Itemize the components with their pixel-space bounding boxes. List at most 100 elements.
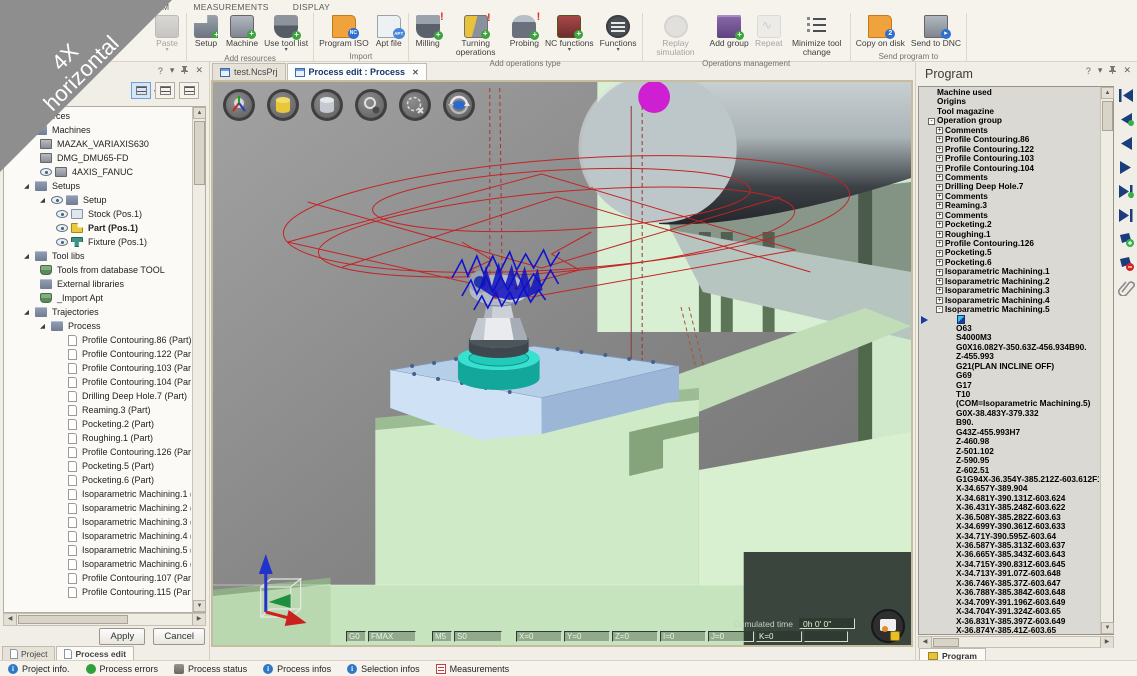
- viewport-3d[interactable]: Cumulated time 0h 0' 0'' G0 FMAX M5 S0 X…: [211, 80, 913, 647]
- expander-icon[interactable]: +: [936, 127, 943, 134]
- gcode-line[interactable]: Z-590.95: [920, 456, 1099, 465]
- expander-icon[interactable]: +: [936, 221, 943, 228]
- help-icon[interactable]: ?: [158, 66, 163, 76]
- gcode-line[interactable]: G17: [920, 381, 1099, 390]
- part-visibility-button[interactable]: [311, 89, 343, 121]
- gcode-line[interactable]: Z-460.98: [920, 437, 1099, 446]
- ribbon-tab-display[interactable]: DISPLAY: [281, 2, 342, 12]
- expander-icon[interactable]: +: [936, 174, 943, 181]
- tree-vertical-scrollbar[interactable]: ▲ ▼: [192, 107, 205, 612]
- expander-icon[interactable]: +: [936, 278, 943, 285]
- status-bar-item[interactable]: Selection infos: [347, 664, 420, 674]
- help-icon[interactable]: ?: [1086, 66, 1091, 76]
- scroll-right-icon[interactable]: ▶: [1100, 637, 1113, 648]
- skip-end-button[interactable]: [1117, 208, 1135, 224]
- ribbon-button[interactable]: Milling: [411, 14, 445, 49]
- ribbon-button[interactable]: Send to DNC: [908, 14, 964, 49]
- expander-icon[interactable]: +: [936, 231, 943, 238]
- view-mode-list-button[interactable]: [131, 82, 151, 99]
- chevron-down-icon[interactable]: ▾: [1098, 65, 1103, 76]
- ribbon-button[interactable]: Turning operations: [445, 14, 507, 58]
- pin-icon[interactable]: [181, 66, 188, 76]
- tree-item[interactable]: Isoparametric Machining.5 (Part): [4, 543, 191, 557]
- expand-arrow-icon[interactable]: ◢: [24, 252, 35, 260]
- ribbon-button[interactable]: Program ISO: [316, 14, 372, 49]
- tree-item[interactable]: ◢ Setup: [4, 193, 191, 207]
- view-mode-compact-button[interactable]: [155, 82, 175, 99]
- tree-item[interactable]: ◢ Process: [4, 319, 191, 333]
- tree-item[interactable]: Isoparametric Machining.2 (Part): [4, 501, 191, 515]
- zoom-button[interactable]: [355, 89, 387, 121]
- step-back-button[interactable]: [1117, 136, 1135, 152]
- skip-start-button[interactable]: [1117, 88, 1135, 104]
- tree-item[interactable]: Profile Contouring.122 (Part): [4, 347, 191, 361]
- tree-item[interactable]: Tools from database TOOL: [4, 263, 191, 277]
- status-bar-item[interactable]: Process infos: [263, 664, 331, 674]
- scroll-down-icon[interactable]: ▼: [1101, 622, 1114, 634]
- deselect-button[interactable]: [399, 89, 431, 121]
- expand-arrow-icon[interactable]: ◢: [40, 322, 51, 330]
- tree-item[interactable]: Fixture (Pos.1): [4, 235, 191, 249]
- tab-project[interactable]: Project: [2, 646, 55, 660]
- expander-icon[interactable]: +: [936, 297, 943, 304]
- ribbon-button[interactable]: NC functions ▾: [542, 14, 597, 53]
- tab-process-edit-process[interactable]: Process edit : Process✕: [287, 63, 427, 80]
- tree-item[interactable]: Profile Contouring.126 (Part): [4, 445, 191, 459]
- expander-icon[interactable]: +: [936, 250, 943, 257]
- ribbon-button[interactable]: Probing: [507, 14, 542, 49]
- chevron-down-icon[interactable]: ▾: [170, 65, 175, 76]
- tree-item[interactable]: _Import Apt: [4, 291, 191, 305]
- ribbon-button[interactable]: Add group: [707, 14, 752, 49]
- gcode-line[interactable]: O63: [920, 324, 1099, 333]
- tree-item[interactable]: Profile Contouring.103 (Part): [4, 361, 191, 375]
- close-icon[interactable]: ✕: [195, 65, 203, 76]
- expander-icon[interactable]: +: [936, 202, 943, 209]
- gcode-line[interactable]: Z-501.102: [920, 447, 1099, 456]
- status-bar-item[interactable]: Project info.: [8, 664, 70, 674]
- expander-icon[interactable]: +: [936, 212, 943, 219]
- tree-item[interactable]: Isoparametric Machining.6 (Part): [4, 557, 191, 571]
- ribbon-button[interactable]: Repeat: [752, 14, 786, 49]
- view-mode-detail-button[interactable]: [179, 82, 199, 99]
- close-icon[interactable]: ✕: [1123, 65, 1131, 76]
- scroll-up-icon[interactable]: ▲: [193, 107, 206, 119]
- expander-icon[interactable]: +: [936, 165, 943, 172]
- tree-item[interactable]: DMG_DMU65-FD: [4, 151, 191, 165]
- status-bar-item[interactable]: Process status: [174, 664, 247, 674]
- program-tree-item[interactable]: - Isoparametric Machining.5: [920, 305, 1099, 314]
- tree-item[interactable]: Profile Contouring.104 (Part): [4, 375, 191, 389]
- tree-item[interactable]: Profile Contouring.107 (Part): [4, 571, 191, 585]
- ribbon-button[interactable]: Minimize tool change: [786, 14, 848, 58]
- status-bar-item[interactable]: Measurements: [436, 664, 510, 674]
- add-stop-button[interactable]: [1117, 232, 1135, 248]
- expand-arrow-icon[interactable]: ◢: [24, 308, 35, 316]
- tree-item[interactable]: ◢ Tool libs: [4, 249, 191, 263]
- scroll-down-icon[interactable]: ▼: [193, 600, 206, 612]
- scroll-right-icon[interactable]: ▶: [192, 614, 205, 625]
- tree-item[interactable]: Pocketing.2 (Part): [4, 417, 191, 431]
- tree-item[interactable]: Drilling Deep Hole.7 (Part): [4, 389, 191, 403]
- gcode-line[interactable]: X-36.874Y-385.41Z-603.65: [920, 626, 1099, 633]
- visibility-eye-icon[interactable]: [56, 210, 68, 218]
- ribbon-button[interactable]: Replay simulation: [645, 14, 707, 58]
- remove-stop-button[interactable]: [1117, 256, 1135, 272]
- expander-icon[interactable]: +: [936, 193, 943, 200]
- tree-item[interactable]: Part (Pos.1): [4, 221, 191, 235]
- stock-visibility-button[interactable]: [267, 89, 299, 121]
- gcode-line[interactable]: G69: [920, 371, 1099, 380]
- close-icon[interactable]: ✕: [412, 68, 419, 77]
- paste-button[interactable]: Paste ▾: [150, 14, 184, 53]
- expander-icon[interactable]: +: [936, 259, 943, 266]
- expander-icon[interactable]: +: [936, 146, 943, 153]
- step-forward-button[interactable]: [1117, 160, 1135, 176]
- tree-horizontal-scrollbar[interactable]: ◀ ▶: [3, 613, 206, 626]
- view-orientation-button[interactable]: [223, 89, 255, 121]
- visibility-eye-icon[interactable]: [40, 168, 52, 176]
- step-back-operation-button[interactable]: [1117, 112, 1135, 128]
- attach-button[interactable]: [1117, 280, 1135, 296]
- tab-test-project[interactable]: test.NcsPrj: [212, 63, 286, 80]
- ribbon-button[interactable]: Apt file: [372, 14, 406, 49]
- viewport-3d-scene[interactable]: [213, 82, 911, 645]
- tree-item[interactable]: ◢ Setups: [4, 179, 191, 193]
- visibility-eye-icon[interactable]: [51, 196, 63, 204]
